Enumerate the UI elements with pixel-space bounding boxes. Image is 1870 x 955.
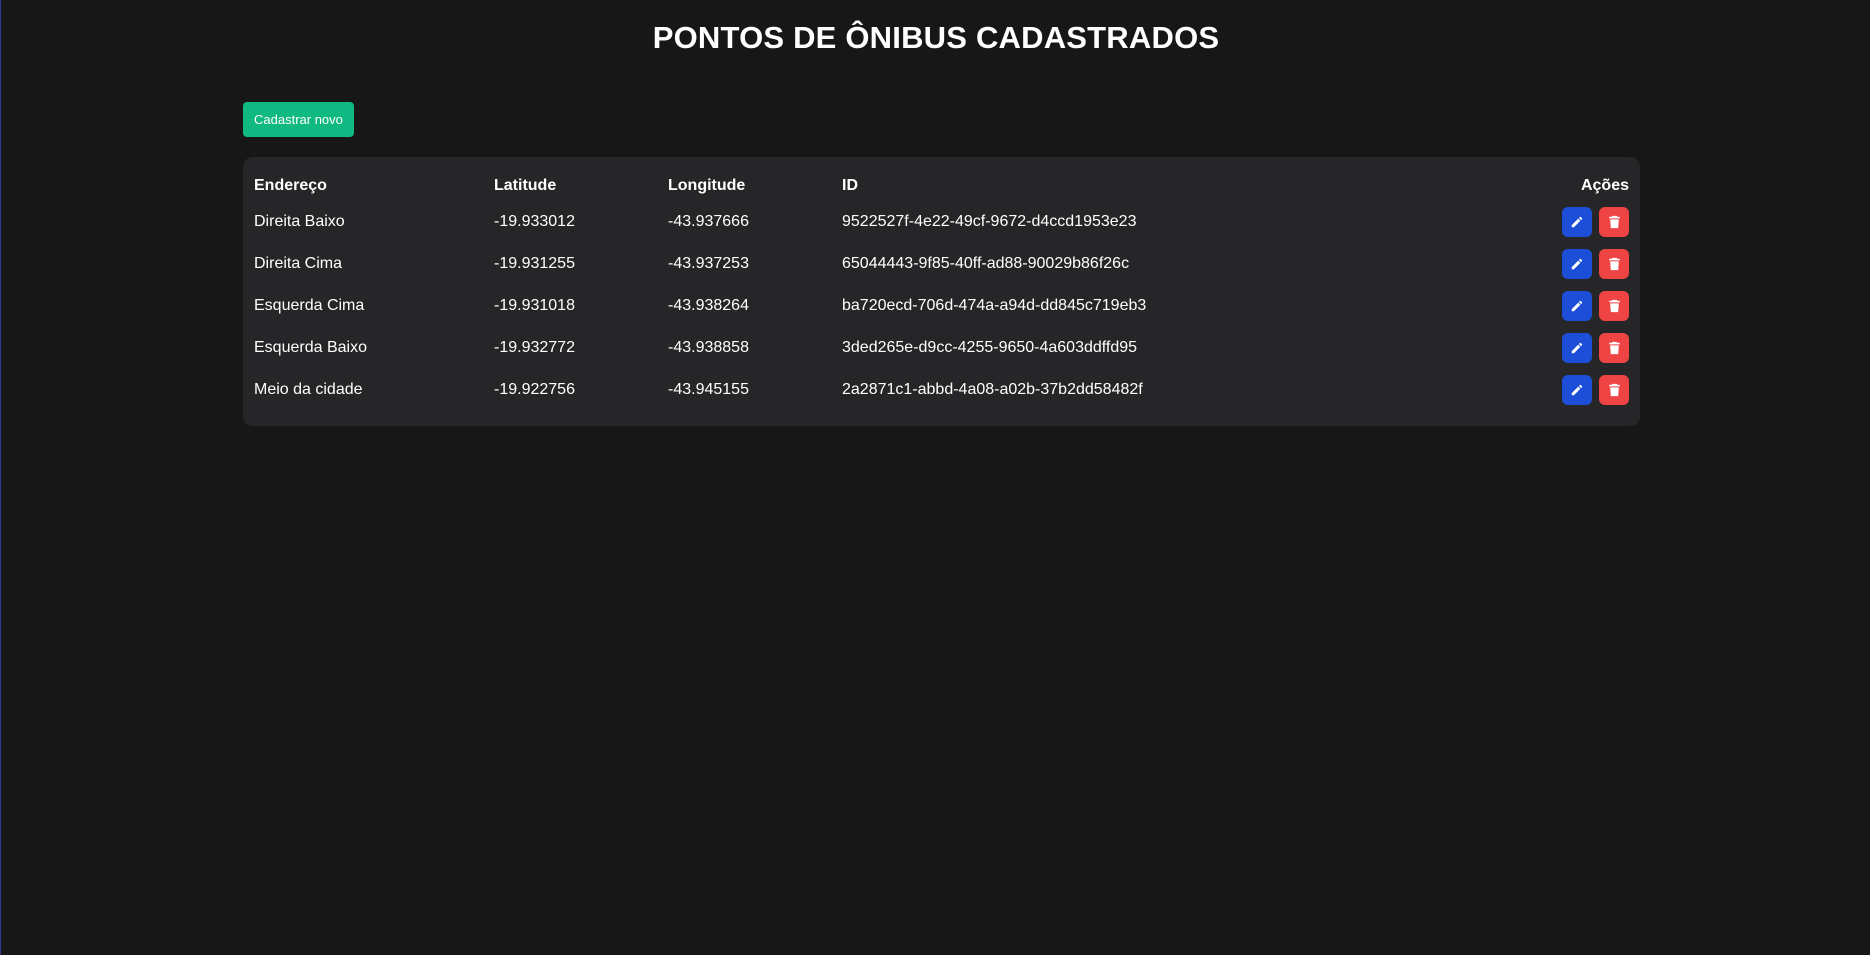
column-header-address: Endereço: [254, 177, 327, 194]
edit-button[interactable]: [1562, 249, 1592, 279]
cell-actions: [1462, 285, 1629, 327]
trash-icon: [1608, 383, 1621, 397]
pencil-icon: [1570, 383, 1584, 397]
column-header-actions: Ações: [1580, 177, 1629, 194]
cell-latitude: -19.932772: [494, 339, 575, 356]
cell-id: 2a2871c1-abbd-4a08-a02b-37b2dd58482f: [842, 381, 1143, 398]
cell-id: 9522527f-4e22-49cf-9672-d4ccd1953e23: [842, 213, 1137, 230]
pencil-icon: [1570, 215, 1584, 229]
page-title: PONTOS DE ÔNIBUS CADASTRADOS: [652, 20, 1220, 55]
table-row: Direita Cima -19.931255 -43.937253 65044443…: [254, 243, 1629, 285]
pencil-icon: [1570, 341, 1584, 355]
cell-latitude: -19.931255: [494, 255, 575, 272]
table-row: Direita Baixo -19.933012 -43.937666 9522527…: [254, 201, 1629, 243]
cell-address: Direita Baixo: [254, 213, 345, 230]
bus-stops-table: Endereço Latitude Longitude ID Ações Dir…: [254, 171, 1629, 411]
cell-address: Direita Cima: [254, 255, 343, 272]
cell-id: 65044443-9f85-40ff-ad88-90029b86f26c: [842, 255, 1130, 272]
bus-stops-table-card: Endereço Latitude Longitude ID Ações Dir…: [243, 157, 1640, 426]
delete-button[interactable]: [1599, 375, 1629, 405]
delete-button[interactable]: [1599, 249, 1629, 279]
edit-button[interactable]: [1562, 375, 1592, 405]
table-row: Esquerda Cima -19.931018 -43.938264 ba720ec…: [254, 285, 1629, 327]
edit-button[interactable]: [1562, 333, 1592, 363]
cell-address: Esquerda Baixo: [254, 339, 367, 356]
edit-button[interactable]: [1562, 291, 1592, 321]
column-header-longitude: Longitude: [668, 177, 746, 194]
pencil-icon: [1570, 257, 1584, 271]
cell-actions: [1462, 327, 1629, 369]
cell-actions: [1462, 243, 1629, 285]
cell-longitude: -43.945155: [668, 381, 749, 398]
cell-address: Meio da cidade: [254, 381, 363, 398]
cell-latitude: -19.933012: [494, 213, 575, 230]
cell-actions: [1462, 201, 1629, 243]
cell-id: 3ded265e-d9cc-4255-9650-4a603ddffd95: [842, 339, 1138, 356]
cell-longitude: -43.938858: [668, 339, 749, 356]
table-row: Meio da cidade -19.922756 -43.945155 2a2871…: [254, 369, 1629, 411]
cell-id: ba720ecd-706d-474a-a94d-dd845c719eb3: [842, 297, 1147, 314]
cell-longitude: -43.937253: [668, 255, 749, 272]
trash-icon: [1608, 257, 1621, 271]
cell-longitude: -43.937666: [668, 213, 749, 230]
trash-icon: [1608, 341, 1621, 355]
delete-button[interactable]: [1599, 333, 1629, 363]
cell-longitude: -43.938264: [668, 297, 749, 314]
delete-button[interactable]: [1599, 291, 1629, 321]
new-bus-stop-button[interactable]: Cadastrar novo: [243, 102, 354, 137]
cell-latitude: -19.922756: [494, 381, 575, 398]
edit-button[interactable]: [1562, 207, 1592, 237]
cell-latitude: -19.931018: [494, 297, 575, 314]
table-header-row: Endereço Latitude Longitude ID Ações: [254, 171, 1629, 201]
pencil-icon: [1570, 299, 1584, 313]
column-header-id: ID: [842, 177, 858, 194]
trash-icon: [1608, 299, 1621, 313]
cell-address: Esquerda Cima: [254, 297, 365, 314]
table-row: Esquerda Baixo -19.932772 -43.938858 3ded26…: [254, 327, 1629, 369]
delete-button[interactable]: [1599, 207, 1629, 237]
column-header-latitude: Latitude: [494, 177, 557, 194]
cell-actions: [1462, 369, 1629, 411]
trash-icon: [1608, 215, 1621, 229]
